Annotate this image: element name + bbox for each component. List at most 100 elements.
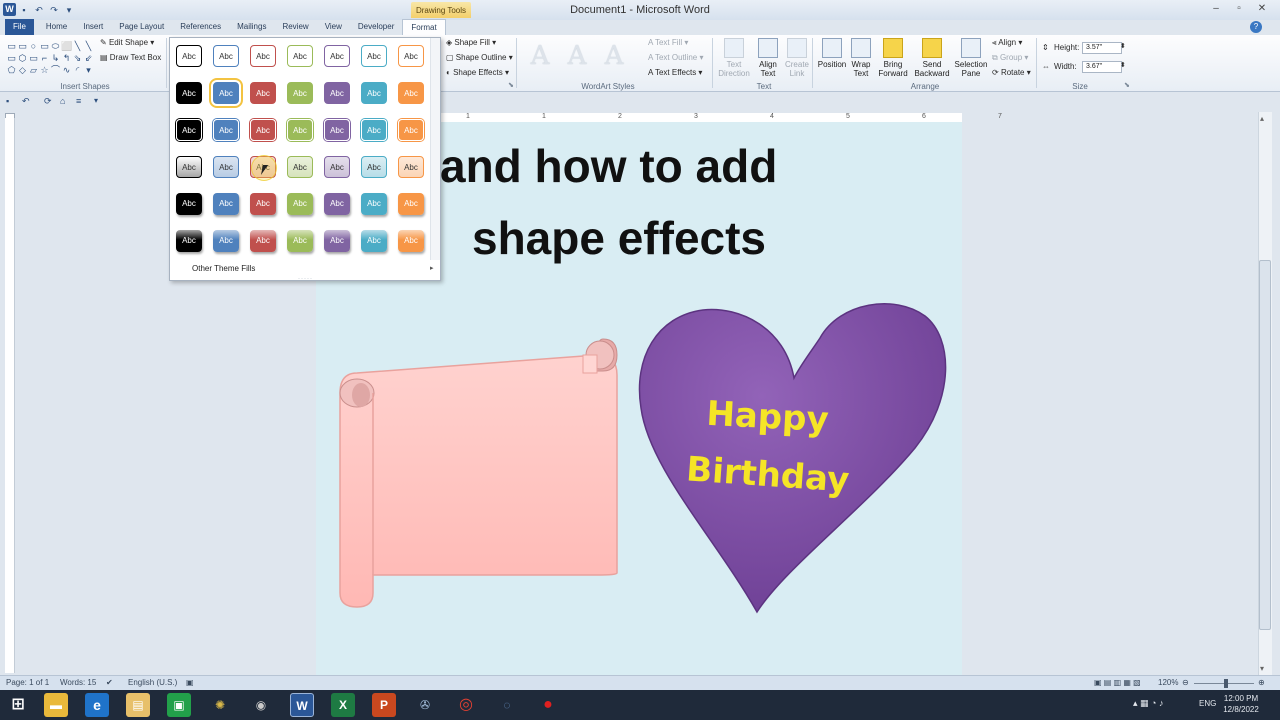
style-swatch-r6-c5[interactable]: Abc	[324, 230, 350, 252]
record-icon[interactable]: ●	[536, 693, 560, 717]
shape-item[interactable]: ⬠	[6, 64, 17, 76]
shape-item[interactable]: ∿	[61, 64, 72, 76]
shape-item[interactable]: ▭	[17, 40, 28, 52]
other-theme-fills-button[interactable]: Other Theme Fills	[192, 264, 255, 273]
style-swatch-r1-c6[interactable]: Abc	[361, 45, 387, 67]
style-swatch-r1-c7[interactable]: Abc	[398, 45, 424, 67]
word-app-icon[interactable]: W	[3, 3, 16, 16]
shape-item[interactable]: ⌒	[50, 64, 61, 76]
toolbar-save-icon[interactable]: ▪	[6, 96, 9, 106]
wordart-style-2[interactable]: A	[563, 41, 591, 71]
resize-grip-icon[interactable]: ·····	[298, 276, 313, 282]
height-input[interactable]: 3.57"	[1082, 42, 1122, 54]
shapes-gallery[interactable]: ▭ ▭ ○ ▭ ⬭ ⬜ ╲ ╲ ▭ ⬡ ▭ ⌐ ↳ ↰ ⇘ ⇙ ⬠ ◇ ▱ ☆ ⌒ ∿ ◜ ▾	[6, 40, 94, 76]
text-direction-button[interactable]: Text Direction	[716, 38, 752, 78]
redo-icon[interactable]: ↷	[48, 4, 60, 16]
shape-outline-button[interactable]: ▢ Shape Outline ▾	[446, 53, 513, 62]
shape-item[interactable]: ▾	[83, 64, 94, 76]
style-swatch-r2-c7[interactable]: Abc	[398, 82, 424, 104]
shape-item[interactable]: ▭	[28, 52, 39, 64]
tab-mailings[interactable]: Mailings	[229, 19, 274, 35]
style-swatch-r6-c4[interactable]: Abc	[287, 230, 313, 252]
style-swatch-r3-c1[interactable]: Abc	[176, 119, 202, 141]
tab-home[interactable]: Home	[38, 19, 75, 35]
tab-insert[interactable]: Insert	[75, 19, 111, 35]
tab-page-layout[interactable]: Page Layout	[111, 19, 172, 35]
style-swatch-r5-c5[interactable]: Abc	[324, 193, 350, 215]
tab-view[interactable]: View	[317, 19, 350, 35]
view-buttons[interactable]: ▣ ▤ ▥ ▦ ▧	[1094, 678, 1141, 687]
style-swatch-r1-c4[interactable]: Abc	[287, 45, 313, 67]
wordart-style-1[interactable]: A	[526, 41, 554, 71]
edit-shape-button[interactable]: ✎ Edit Shape ▾	[100, 38, 154, 47]
tool-icon[interactable]: ✇	[413, 693, 437, 717]
shape-item[interactable]: ▱	[28, 64, 39, 76]
style-swatch-r4-c4[interactable]: Abc	[287, 156, 313, 178]
toolbar-more-icon[interactable]: ▾	[94, 96, 98, 105]
help-icon[interactable]: ?	[1250, 21, 1262, 33]
shape-item[interactable]: ⬜	[61, 40, 72, 52]
wordart-style-3[interactable]: A	[600, 41, 628, 71]
style-swatch-r3-c3[interactable]: Abc	[250, 119, 276, 141]
proofing-icon[interactable]: ✔	[106, 678, 113, 687]
maximize-button[interactable]: ▫	[1228, 2, 1250, 16]
style-swatch-r3-c2[interactable]: Abc	[213, 119, 239, 141]
vertical-ruler[interactable]	[5, 118, 15, 673]
style-swatch-r3-c5[interactable]: Abc	[324, 119, 350, 141]
shape-item[interactable]: ○	[28, 40, 39, 52]
style-swatch-r2-c1[interactable]: Abc	[176, 82, 202, 104]
close-button[interactable]: ✕	[1251, 2, 1273, 16]
vertical-scrollbar-thumb[interactable]	[1259, 260, 1271, 630]
heading-line-2[interactable]: shape effects	[472, 210, 872, 266]
file-explorer-icon[interactable]: ▤	[126, 693, 150, 717]
style-swatch-r3-c4[interactable]: Abc	[287, 119, 313, 141]
app-blue-icon[interactable]: ◌	[495, 693, 519, 717]
tab-format[interactable]: Format	[402, 19, 446, 35]
tab-file[interactable]: File	[5, 19, 34, 35]
style-swatch-r2-c3[interactable]: Abc	[250, 82, 276, 104]
draw-text-box-button[interactable]: ▤ Draw Text Box	[100, 53, 161, 62]
selection-pane-button[interactable]: Selection Pane	[954, 38, 988, 78]
style-swatch-r4-c1[interactable]: Abc	[176, 156, 202, 178]
tray-expand-icon[interactable]: ▴ ▦ ◔ ♪	[1133, 698, 1163, 709]
style-swatch-r2-c4[interactable]: Abc	[287, 82, 313, 104]
zoom-slider-thumb[interactable]	[1224, 679, 1228, 688]
powerpoint-icon[interactable]: P	[372, 693, 396, 717]
gallery-scrollbar[interactable]	[430, 38, 440, 260]
tray-language[interactable]: ENG	[1199, 699, 1216, 708]
shape-item[interactable]: ⬭	[50, 40, 61, 52]
shape-item[interactable]: ╲	[83, 40, 94, 52]
shape-item[interactable]: ↰	[61, 52, 72, 64]
style-swatch-r4-c5[interactable]: Abc	[324, 156, 350, 178]
style-swatch-r6-c3[interactable]: Abc	[250, 230, 276, 252]
toolbar-refresh-icon[interactable]: ⟳	[44, 96, 52, 107]
word-taskbar-icon[interactable]: W	[290, 693, 314, 717]
shape-effects-button[interactable]: ◐ Shape Effects ▾	[446, 68, 509, 77]
create-link-button[interactable]: Create Link	[784, 38, 810, 78]
tab-references[interactable]: References	[172, 19, 229, 35]
shape-item[interactable]: ↳	[50, 52, 61, 64]
page-count[interactable]: Page: 1 of 1	[6, 678, 49, 687]
tray-clock[interactable]: 12:00 PM 12/8/2022	[1220, 693, 1262, 715]
windows-start-icon[interactable]: ⊞	[6, 693, 30, 717]
shape-styles-launcher-icon[interactable]: ⬊	[508, 81, 514, 89]
undo-icon[interactable]: ↶	[33, 4, 45, 16]
scroll-shape[interactable]	[335, 335, 625, 615]
align-text-button[interactable]: Align Text	[754, 38, 782, 78]
shape-fill-button[interactable]: ◈ Shape Fill ▾	[446, 38, 496, 47]
style-swatch-r1-c1[interactable]: Abc	[176, 45, 202, 67]
send-backward-button[interactable]: Send Backward	[912, 38, 952, 78]
heart-shape[interactable]: Happy Birthday	[635, 298, 953, 616]
toolbar-list-icon[interactable]: ≡	[76, 96, 81, 106]
scroll-down-icon[interactable]: ▾	[1260, 664, 1264, 673]
app-green-icon[interactable]: ▣	[167, 693, 191, 717]
style-swatch-r2-c2[interactable]: Abc	[209, 78, 243, 108]
style-swatch-r4-c7[interactable]: Abc	[398, 156, 424, 178]
width-spinner-icon[interactable]: ⬍	[1120, 61, 1126, 69]
shape-item[interactable]: ▭	[6, 52, 17, 64]
excel-icon[interactable]: X	[331, 693, 355, 717]
media-icon[interactable]: ◉	[249, 693, 273, 717]
rotate-button[interactable]: ⟳ Rotate ▾	[992, 68, 1031, 77]
align-button[interactable]: ⫷ Align ▾	[992, 38, 1022, 48]
style-swatch-r2-c5[interactable]: Abc	[324, 82, 350, 104]
